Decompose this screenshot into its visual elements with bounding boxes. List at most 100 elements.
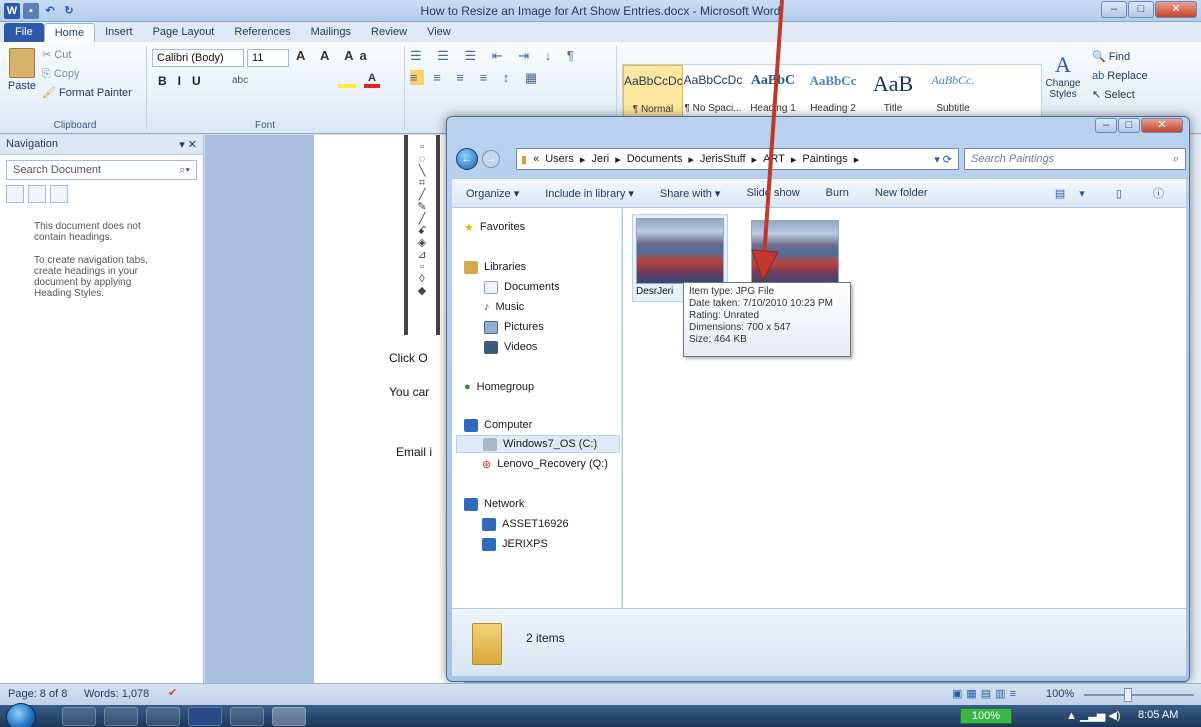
back-button[interactable]: ←: [456, 148, 478, 170]
explorer-maximize-button[interactable]: □: [1118, 118, 1140, 133]
paste-button[interactable]: Paste: [4, 46, 40, 104]
align-left-icon[interactable]: ≡: [410, 70, 424, 85]
tree-documents[interactable]: Documents: [484, 278, 560, 296]
highlight-icon[interactable]: [338, 72, 356, 88]
start-button[interactable]: [6, 703, 36, 727]
pages-tab-icon[interactable]: [28, 185, 46, 203]
font-size-select[interactable]: 11: [247, 49, 289, 67]
clock[interactable]: 8:05 AM: [1138, 709, 1178, 721]
document-page[interactable]: Click O You car Email i: [314, 135, 464, 683]
word-taskbar-icon[interactable]: [272, 707, 306, 726]
alignment-buttons[interactable]: ≡ ≡ ≡ ≡ ↕ ▦: [410, 70, 610, 90]
explorer-minimize-button[interactable]: –: [1095, 118, 1117, 133]
tab-file[interactable]: File: [4, 23, 44, 42]
results-tab-icon[interactable]: [50, 185, 68, 203]
tab-home[interactable]: Home: [43, 23, 96, 42]
zoom-slider-thumb[interactable]: [1124, 688, 1132, 702]
close-button[interactable]: ✕: [1155, 1, 1197, 18]
cursor-icon: ↖: [1092, 89, 1105, 101]
internet-explorer-icon[interactable]: [62, 707, 96, 726]
view-buttons[interactable]: ▣▦▤▥≡: [952, 687, 1020, 700]
explorer-close-button[interactable]: ✕: [1141, 118, 1183, 133]
tree-label: Network: [484, 498, 525, 510]
tab-insert[interactable]: Insert: [95, 23, 143, 42]
breadcrumb-item[interactable]: Users: [545, 153, 574, 165]
search-paintings-input[interactable]: Search Paintings ⌕: [964, 148, 1186, 170]
page-count[interactable]: Page: 8 of 8: [8, 688, 67, 700]
tree-label: Videos: [504, 341, 538, 353]
tab-view[interactable]: View: [417, 23, 461, 42]
select-button[interactable]: ↖ Select: [1092, 86, 1148, 105]
organize-button[interactable]: Organize ▾: [466, 187, 519, 200]
internet-explorer-icon[interactable]: [230, 707, 264, 726]
burn-button[interactable]: Burn: [826, 187, 849, 199]
app-icon[interactable]: [146, 707, 180, 726]
zoom-badge[interactable]: 100%: [960, 708, 1012, 724]
font-name-select[interactable]: Calibri (Body): [152, 49, 244, 67]
zoom-slider[interactable]: [1084, 694, 1194, 696]
tree-network-asset[interactable]: ASSET16926: [482, 515, 569, 533]
font-format-buttons[interactable]: BIU: [158, 74, 212, 88]
breadcrumb-overflow[interactable]: «: [533, 153, 539, 165]
address-bar[interactable]: ▮ « Users ▸ Jeri ▸ Documents ▸ JerisStuff ▸ …: [516, 148, 959, 170]
minimize-button[interactable]: –: [1101, 1, 1127, 18]
change-styles-icon: A: [1055, 52, 1071, 77]
ribbon-tabs: File Home Insert Page Layout References …: [0, 22, 1201, 42]
tree-drive-q[interactable]: ⊛ Lenovo_Recovery (Q:): [482, 455, 608, 473]
tab-references[interactable]: References: [224, 23, 300, 42]
headings-tab-icon[interactable]: [6, 185, 24, 203]
tree-label: ASSET16926: [502, 518, 569, 530]
system-tray-icons[interactable]: ▲ ▁▃▅ ◀): [1066, 709, 1121, 722]
cut-button[interactable]: ✂ Cut: [42, 46, 132, 65]
proofing-icon[interactable]: ✔: [168, 686, 177, 699]
tree-homegroup[interactable]: ● Homegroup: [464, 378, 534, 396]
tab-review[interactable]: Review: [361, 23, 417, 42]
pictures-icon: [484, 320, 498, 334]
font-color-icon[interactable]: A: [364, 72, 380, 88]
change-styles-button[interactable]: A Change Styles: [1045, 52, 1081, 100]
breadcrumb-item[interactable]: Documents: [627, 153, 683, 165]
search-icon[interactable]: ⌕: [1173, 153, 1179, 166]
breadcrumb-item[interactable]: Paintings: [802, 153, 847, 165]
tree-favorites[interactable]: ★ Favorites: [464, 218, 525, 236]
format-painter-button[interactable]: 🖌 Format Painter: [42, 84, 132, 103]
divider: [146, 46, 147, 130]
share-with-button[interactable]: Share with ▾: [660, 187, 721, 200]
tab-mailings[interactable]: Mailings: [301, 23, 361, 42]
tab-page-layout[interactable]: Page Layout: [143, 23, 225, 42]
no-headings-text: This document does not contain headings.: [34, 221, 141, 243]
tree-network[interactable]: Network: [464, 495, 524, 513]
maximize-button[interactable]: □: [1128, 1, 1154, 18]
font-size-controls[interactable]: A A Aa: [296, 48, 373, 63]
find-button[interactable]: 🔍 Find: [1092, 48, 1148, 67]
refresh-icon[interactable]: ▾ ⟳: [934, 153, 958, 166]
view-options-icons[interactable]: ▤▾ ▯ ⓘ: [1055, 185, 1178, 201]
new-folder-button[interactable]: New folder: [875, 187, 928, 199]
breadcrumb-item[interactable]: Jeri: [591, 153, 609, 165]
network-icon: [464, 497, 478, 511]
copy-button[interactable]: ⎘ Copy: [42, 65, 132, 84]
close-icon[interactable]: ▾ ✕: [179, 138, 197, 151]
tree-computer[interactable]: Computer: [464, 416, 532, 434]
tree-drive-c[interactable]: Windows7_OS (C:): [456, 435, 620, 453]
include-in-library-button[interactable]: Include in library ▾: [545, 187, 634, 200]
file-explorer-icon[interactable]: [104, 707, 138, 726]
chevron-right-icon: ▸: [615, 153, 621, 166]
strikethrough-icon[interactable]: abc: [232, 75, 248, 87]
zoom-level[interactable]: 100%: [1046, 688, 1074, 700]
search-icon[interactable]: ⌕▾: [179, 164, 190, 177]
drive-icon: [483, 437, 497, 451]
tree-network-jerixps[interactable]: JERIXPS: [482, 535, 548, 553]
photoshop-icon[interactable]: [188, 707, 222, 726]
tree-pictures[interactable]: Pictures: [484, 318, 544, 336]
computer-icon: [464, 418, 478, 432]
list-buttons[interactable]: ☰ ☰ ☰ ⇤ ⇥ ↓ ¶: [410, 48, 610, 66]
breadcrumb-item[interactable]: JerisStuff: [700, 153, 746, 165]
search-document-input[interactable]: Search Document ⌕▾: [6, 160, 197, 180]
forward-button[interactable]: →: [482, 150, 500, 168]
tree-videos[interactable]: Videos: [484, 338, 537, 356]
tree-libraries[interactable]: Libraries: [464, 258, 526, 276]
word-count[interactable]: Words: 1,078: [84, 688, 149, 700]
tree-music[interactable]: ♪ Music: [484, 298, 524, 316]
replace-button[interactable]: ab Replace: [1092, 67, 1148, 86]
